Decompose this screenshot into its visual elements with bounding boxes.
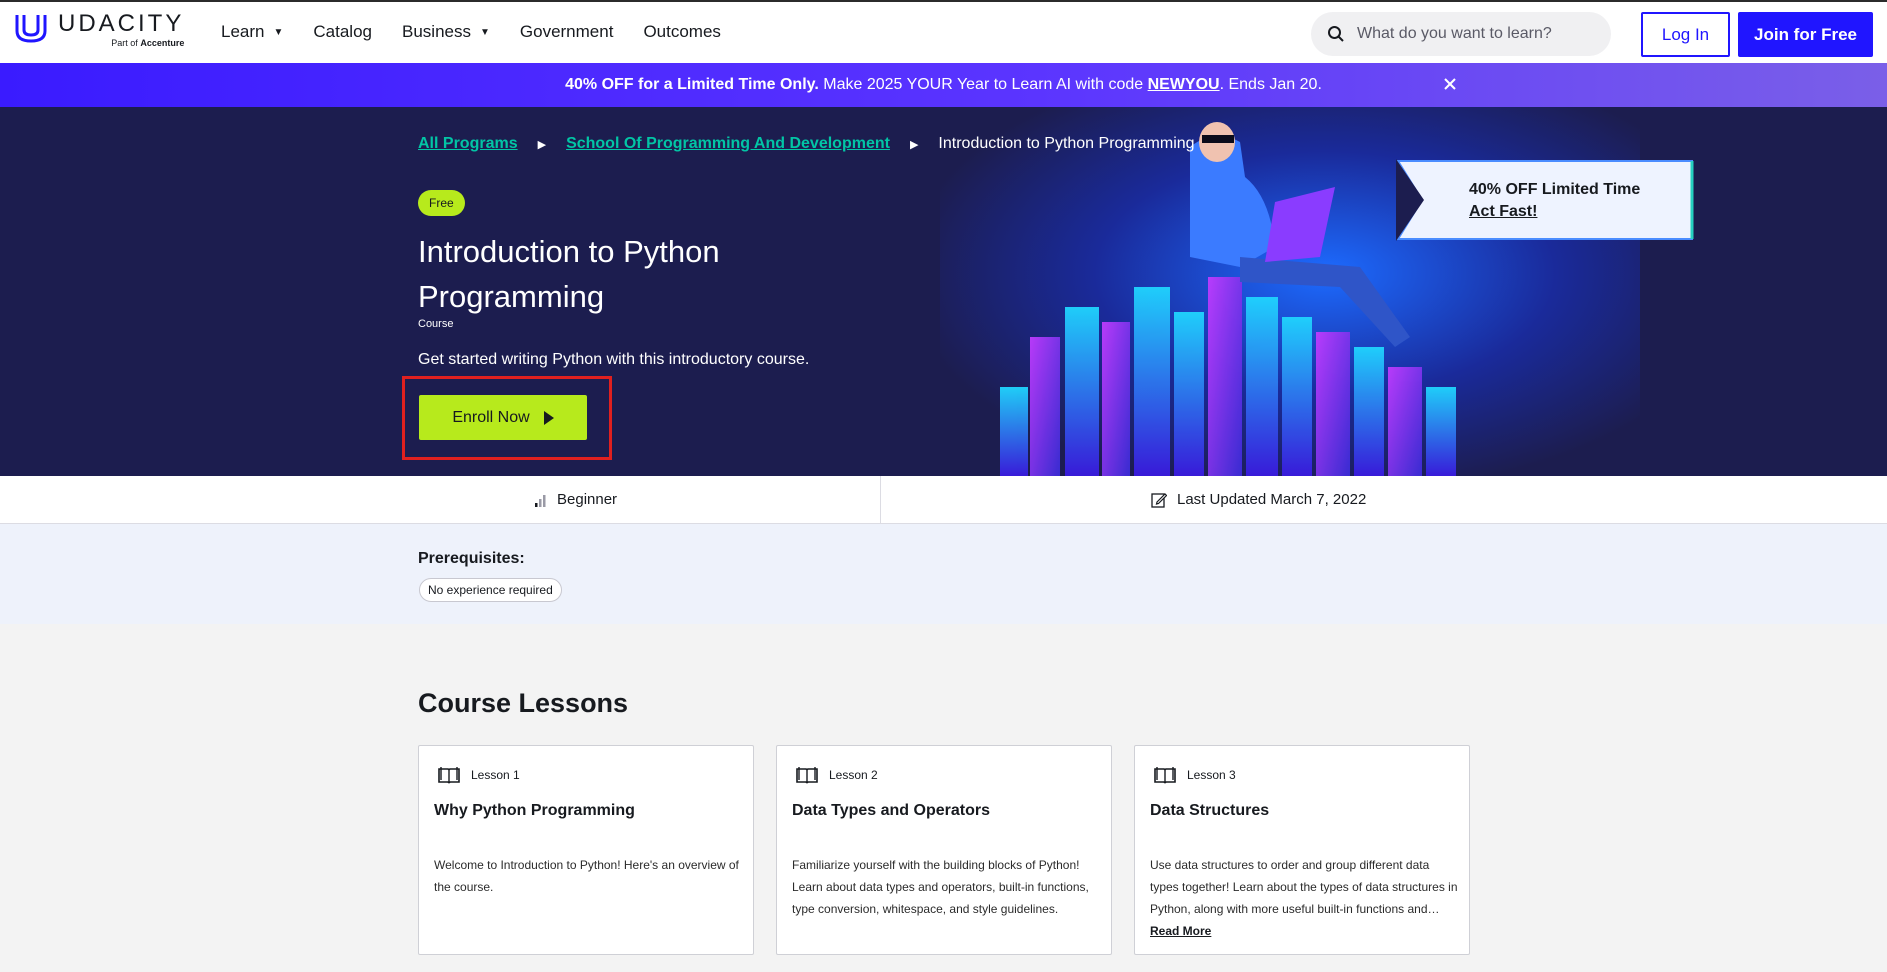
last-updated: Last Updated March 7, 2022 bbox=[1151, 491, 1366, 508]
breadcrumb-arrow-icon: ▶ bbox=[537, 138, 547, 151]
nav-business[interactable]: Business ▼ bbox=[402, 22, 490, 42]
lesson-title: Data Types and Operators bbox=[792, 802, 990, 819]
top-navbar: UDACITY Part of Accenture Learn ▼ Catalog… bbox=[0, 0, 1887, 63]
prerequisites-section: Prerequisites: No experience required bbox=[0, 524, 1887, 624]
nav-government[interactable]: Government bbox=[520, 22, 614, 42]
search-input[interactable] bbox=[1357, 25, 1597, 43]
course-title: Introduction to Python Programming bbox=[418, 234, 720, 314]
logo-wordmark: UDACITY bbox=[58, 10, 185, 37]
enroll-label: Enroll Now bbox=[452, 408, 530, 426]
play-icon bbox=[543, 410, 554, 425]
lesson-description: Welcome to Introduction to Python! Here'… bbox=[434, 858, 739, 894]
nav-learn[interactable]: Learn ▼ bbox=[221, 22, 283, 42]
edit-icon bbox=[1151, 492, 1167, 508]
lesson-card[interactable]: Lesson 3 Data Structures Use data struct… bbox=[1134, 745, 1470, 955]
lesson-description: Use data structures to order and group d… bbox=[1150, 858, 1458, 916]
search-icon bbox=[1328, 26, 1344, 42]
caret-down-icon: ▼ bbox=[273, 26, 284, 38]
caret-down-icon: ▼ bbox=[479, 26, 490, 38]
lesson-card[interactable]: Lesson 1 Why Python Programming Welcome … bbox=[418, 745, 754, 955]
lesson-card[interactable]: Lesson 2 Data Types and Operators Famili… bbox=[776, 745, 1112, 955]
join-free-button[interactable]: Join for Free bbox=[1738, 12, 1873, 57]
course-type-label: Course bbox=[418, 318, 454, 330]
book-icon bbox=[796, 767, 818, 784]
signal-bars-icon bbox=[535, 494, 546, 507]
lesson-number: Lesson 3 bbox=[1187, 768, 1236, 782]
lesson-title: Data Structures bbox=[1150, 802, 1270, 819]
lesson-number: Lesson 2 bbox=[829, 768, 878, 782]
course-info-bar: Beginner Last Updated March 7, 2022 bbox=[0, 476, 1887, 524]
prerequisites-heading: Prerequisites: bbox=[418, 550, 525, 567]
enroll-now-button[interactable]: Enroll Now bbox=[419, 395, 587, 440]
course-description: Get started writing Python with this int… bbox=[418, 351, 810, 368]
course-lessons-heading: Course Lessons bbox=[418, 688, 629, 718]
promo-text: 40% OFF for a Limited Time Only. Make 20… bbox=[565, 76, 1322, 93]
main-nav: Learn ▼ Catalog Business ▼ Government Outc… bbox=[221, 22, 751, 42]
login-button[interactable]: Log In bbox=[1641, 12, 1730, 57]
close-icon[interactable] bbox=[1440, 74, 1460, 94]
prerequisite-chip: No experience required bbox=[419, 578, 562, 602]
breadcrumb-all-programs[interactable]: All Programs bbox=[418, 135, 518, 153]
breadcrumb-school[interactable]: School Of Programming And Development bbox=[566, 135, 890, 153]
divider bbox=[880, 476, 881, 524]
skill-level: Beginner bbox=[535, 491, 617, 508]
promo-code: NEWYOU bbox=[1147, 76, 1220, 93]
book-icon bbox=[438, 767, 460, 784]
search-box[interactable] bbox=[1311, 12, 1611, 56]
breadcrumb: All Programs ▶ School Of Programming And… bbox=[418, 135, 1195, 153]
offer-cta-link[interactable]: Act Fast! bbox=[1469, 201, 1640, 223]
lesson-description: Familiarize yourself with the building b… bbox=[792, 858, 1089, 916]
promo-banner: 40% OFF for a Limited Time Only. Make 20… bbox=[0, 63, 1887, 107]
book-icon bbox=[1154, 767, 1176, 784]
lesson-title: Why Python Programming bbox=[434, 802, 635, 819]
free-badge: Free bbox=[418, 190, 465, 216]
read-more-link[interactable]: Read More bbox=[1150, 924, 1211, 938]
offer-text[interactable]: 40% OFF Limited Time Act Fast! bbox=[1469, 179, 1640, 223]
lesson-number: Lesson 1 bbox=[471, 768, 520, 782]
logo-subtitle: Part of Accenture bbox=[111, 38, 185, 48]
course-hero: All Programs ▶ School Of Programming And… bbox=[0, 107, 1887, 476]
nav-catalog[interactable]: Catalog bbox=[313, 22, 372, 42]
nav-outcomes[interactable]: Outcomes bbox=[643, 22, 720, 42]
udacity-logo[interactable]: UDACITY Part of Accenture bbox=[14, 12, 184, 48]
udacity-logo-icon bbox=[15, 15, 47, 43]
breadcrumb-current: Introduction to Python Programming bbox=[938, 135, 1195, 152]
breadcrumb-arrow-icon: ▶ bbox=[909, 138, 919, 151]
